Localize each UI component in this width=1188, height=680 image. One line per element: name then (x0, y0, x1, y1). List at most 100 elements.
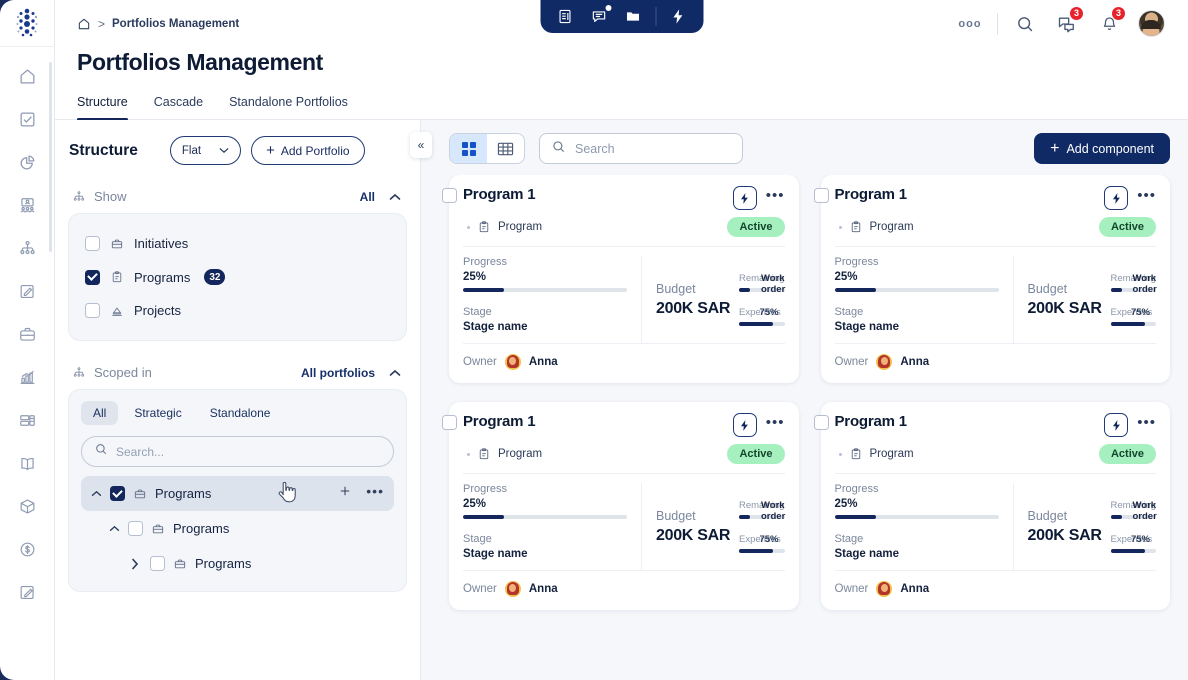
more-icon[interactable]: ••• (366, 484, 384, 503)
tab-cascade[interactable]: Cascade (154, 95, 203, 119)
page-title: Portfolios Management (77, 49, 323, 75)
chevron-up-icon[interactable] (109, 525, 120, 532)
plus-icon: + (1050, 139, 1060, 157)
home-icon[interactable] (77, 17, 91, 31)
add-component-button[interactable]: + Add component (1034, 133, 1170, 164)
projects-checkbox[interactable] (85, 303, 100, 318)
card-header: Program 1 ••• (463, 413, 785, 437)
program-card[interactable]: Program 1 ••• Program Active Progress 25… (442, 175, 799, 383)
pie-chart-icon[interactable] (12, 147, 42, 177)
hierarchy-icon[interactable] (12, 233, 42, 263)
table-view-icon[interactable] (487, 134, 524, 163)
card-select-checkbox[interactable] (442, 188, 457, 203)
window-corner-bottom-left (0, 664, 16, 680)
user-avatar[interactable] (1130, 4, 1172, 44)
briefcase-icon[interactable] (12, 319, 42, 349)
tab-standalone-portfolios[interactable]: Standalone Portfolios (229, 95, 348, 119)
clipboard-icon (110, 270, 124, 284)
scope-tab-standalone[interactable]: Standalone (198, 401, 283, 425)
tree-checkbox-level1[interactable] (128, 521, 143, 536)
bar-chart-icon[interactable] (12, 362, 42, 392)
tree-row-programs-level0[interactable]: Programs ••• (81, 476, 394, 511)
bell-icon[interactable]: 3 (1088, 4, 1130, 44)
status-badge: Active (727, 444, 785, 464)
card-type-label: Program (869, 448, 914, 460)
plus-icon[interactable] (338, 484, 352, 503)
more-options-button[interactable]: ooo (949, 4, 991, 44)
card-select-checkbox[interactable] (813, 188, 829, 203)
components-search-input[interactable] (575, 141, 731, 156)
tree-row-programs-level1[interactable]: Programs (81, 511, 394, 546)
tree-checkbox-level0[interactable] (110, 486, 125, 501)
briefcase-icon (151, 522, 165, 536)
layout-icon[interactable] (12, 405, 42, 435)
program-card[interactable]: Program 1 ••• Program Active Progress 25… (813, 402, 1170, 610)
progress-label: Progress (834, 256, 879, 268)
breadcrumb-current[interactable]: Portfolios Management (112, 18, 239, 30)
chat-bubble-icon[interactable] (582, 0, 616, 33)
scope-tab-all[interactable]: All (81, 401, 119, 425)
components-panel: « Search + Add component Program 1 ••• P… (410, 120, 1188, 680)
people-card-icon[interactable] (12, 190, 42, 220)
scope-tab-strategic[interactable]: Strategic (122, 401, 193, 425)
scope-search-box[interactable] (81, 436, 394, 467)
bolt-icon[interactable] (1104, 413, 1129, 437)
programs-checkbox[interactable] (85, 269, 100, 285)
more-icon[interactable]: ••• (1137, 415, 1156, 435)
components-search-box[interactable] (539, 133, 743, 164)
initiatives-checkbox[interactable] (85, 236, 100, 251)
bolt-icon[interactable] (732, 186, 757, 210)
bolt-icon[interactable] (732, 413, 757, 437)
card-select-checkbox[interactable] (813, 415, 829, 430)
cube-icon[interactable] (12, 491, 42, 521)
chevron-up-icon[interactable] (91, 490, 102, 497)
scoped-filter-label[interactable]: All portfolios (301, 366, 375, 380)
dollar-circle-icon[interactable] (12, 534, 42, 564)
collapse-panel-button[interactable]: « (410, 132, 432, 158)
status-badge: Active (1098, 444, 1156, 464)
signature-icon[interactable] (12, 577, 42, 607)
checkbox-task-icon[interactable] (12, 104, 42, 134)
rail-items (12, 47, 42, 607)
hierarchy-icon (72, 190, 86, 204)
bolt-icon[interactable] (1104, 186, 1129, 210)
structure-panel: Structure Flat + Add Portfolio Show All … (55, 120, 421, 680)
more-icon[interactable]: ••• (766, 188, 785, 208)
program-card[interactable]: Program 1 ••• Program Active Progress 25… (442, 402, 799, 610)
tab-structure[interactable]: Structure (77, 95, 128, 121)
chevron-up-icon[interactable] (389, 193, 401, 201)
owner-name: Anna (528, 583, 558, 595)
left-icon-rail (0, 0, 55, 680)
chevron-up-icon[interactable] (389, 369, 401, 377)
grid-view-icon[interactable] (450, 134, 487, 163)
card-metrics: Progress 25% Stage Stage name Budget 200… (834, 474, 1157, 570)
card-metrics: Progress 25% Stage Stage name Budget 200… (463, 247, 785, 343)
remaining-metric: Remaining Work order (739, 273, 785, 295)
chat-icon[interactable]: 3 (1046, 4, 1088, 44)
layout-mode-select[interactable]: Flat (169, 136, 242, 165)
show-row-projects[interactable]: Projects (83, 294, 392, 327)
home-icon[interactable] (12, 61, 42, 91)
owner-label: Owner (834, 356, 869, 368)
show-row-programs[interactable]: Programs 32 (83, 260, 392, 294)
book-icon[interactable] (12, 448, 42, 478)
folder-icon[interactable] (616, 0, 650, 33)
card-budget-block: Budget 200K SAR (1012, 256, 1105, 343)
chevron-right-icon[interactable] (131, 558, 142, 570)
bolt-icon[interactable] (661, 0, 695, 33)
tree-checkbox-level2[interactable] (150, 556, 165, 571)
rail-scrollbar[interactable] (49, 62, 52, 252)
document-list-icon[interactable] (548, 0, 582, 33)
stage-value: Stage name (463, 321, 528, 333)
add-portfolio-button[interactable]: + Add Portfolio (251, 136, 365, 165)
show-row-initiatives[interactable]: Initiatives (83, 227, 392, 260)
edit-board-icon[interactable] (12, 276, 42, 306)
program-card[interactable]: Program 1 ••• Program Active Progress 25… (813, 175, 1170, 383)
card-select-checkbox[interactable] (442, 415, 457, 430)
tree-row-programs-level2[interactable]: Programs (81, 546, 394, 581)
scope-search-input[interactable] (116, 444, 381, 459)
search-icon[interactable] (1004, 4, 1046, 44)
more-icon[interactable]: ••• (1137, 188, 1156, 208)
more-icon[interactable]: ••• (766, 415, 785, 435)
show-filter-label[interactable]: All (360, 190, 375, 204)
